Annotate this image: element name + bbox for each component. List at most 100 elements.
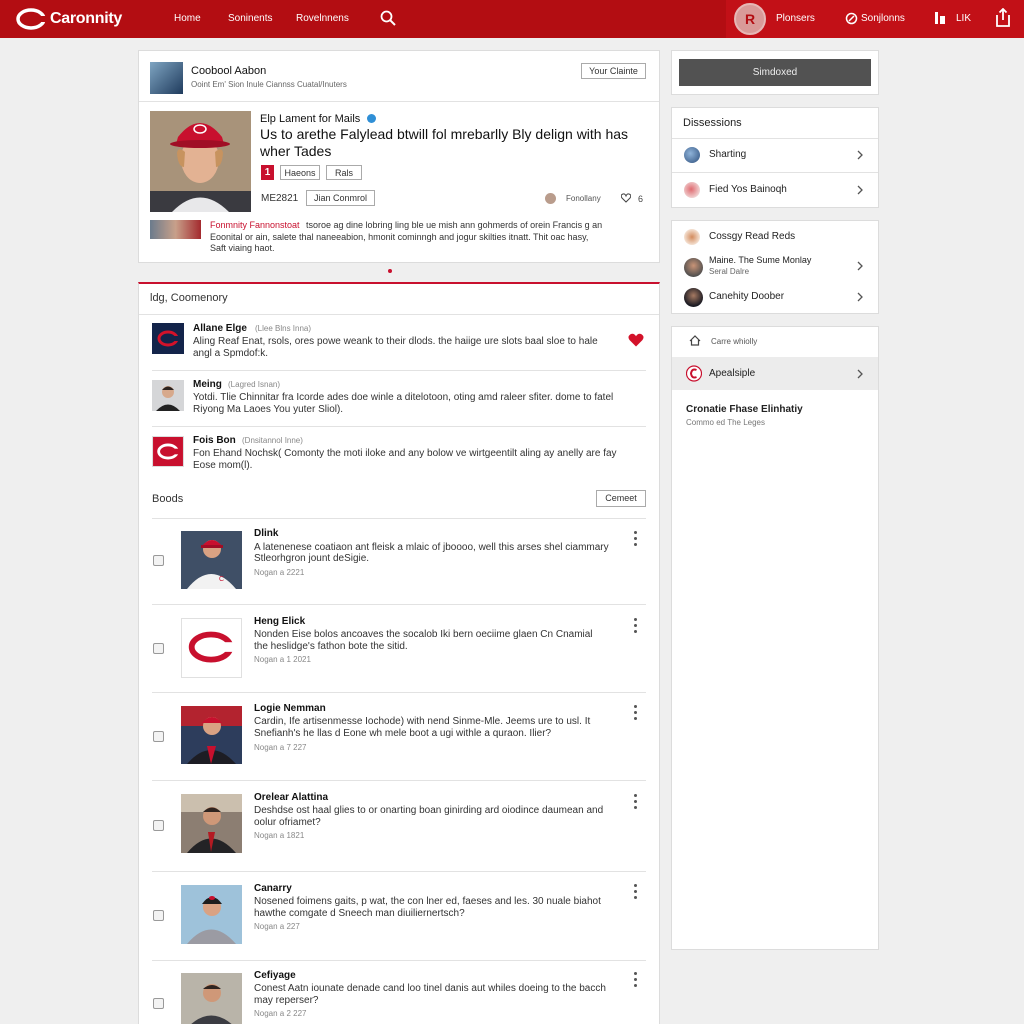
- comment-author[interactable]: Fois Bon: [193, 435, 236, 446]
- tag-rals[interactable]: Rals: [326, 165, 362, 180]
- board-item-date: Nogan a 2 227: [254, 1009, 307, 1018]
- nav-soninents[interactable]: Soninents: [228, 13, 272, 24]
- sidebar-footer-title[interactable]: Cronatie Fhase Elinhatiy: [686, 404, 803, 415]
- tag-haeons[interactable]: Haeons: [280, 165, 320, 180]
- board-item-line2: Snefianh's he llas d Eone wh mele boot a…: [254, 728, 552, 739]
- menu-home-label[interactable]: Carre whiolly: [711, 337, 757, 346]
- chevron-right-icon[interactable]: [856, 369, 864, 379]
- discussion-item-fied[interactable]: Fied Yos Bainoqh: [709, 184, 787, 195]
- profile-thumbnail: [150, 62, 183, 94]
- board-item-title[interactable]: Canarry: [254, 883, 292, 894]
- simdoxed-button[interactable]: Simdoxed: [679, 59, 871, 86]
- snippet-line2: Eoonital or ain, salete thal naneeabion,…: [210, 232, 589, 242]
- comment-text-line1: Aling Reaf Enat, rsols, ores powe weank …: [193, 336, 598, 347]
- item-checkbox[interactable]: [153, 820, 164, 831]
- brand-c-icon: [16, 8, 46, 30]
- comment-text-line2: angl a Spmdof:k.: [193, 348, 269, 359]
- divider: [152, 518, 646, 519]
- more-options-icon[interactable]: [634, 618, 638, 636]
- people-item-name[interactable]: Cossgy Read Reds: [709, 231, 795, 242]
- divider: [672, 172, 878, 173]
- more-options-icon[interactable]: [634, 531, 638, 549]
- player-portrait-image: [150, 111, 251, 212]
- author-avatar: [545, 193, 556, 204]
- comment-author[interactable]: Allane Elge: [193, 323, 247, 334]
- more-options-icon[interactable]: [634, 884, 638, 902]
- item-checkbox[interactable]: [153, 731, 164, 742]
- more-options-icon[interactable]: [634, 705, 638, 723]
- discussion-item-sharting[interactable]: Sharting: [709, 149, 746, 160]
- person-avatar: [684, 288, 703, 307]
- link-icon: [845, 12, 858, 25]
- cemeet-button[interactable]: Cemeet: [596, 490, 646, 507]
- feature-headline-line2: wher Tades: [260, 143, 332, 159]
- board-item-title[interactable]: Dlink: [254, 528, 278, 539]
- board-item-line2: may reperser?: [254, 995, 319, 1006]
- board-item-date: Nogan a 227: [254, 922, 300, 931]
- chevron-right-icon[interactable]: [856, 261, 864, 271]
- board-thumbnail: [181, 794, 242, 853]
- brand-logo[interactable]: Caronnity: [16, 8, 122, 30]
- menu-item-label: Apealsiple: [709, 368, 756, 379]
- snippet-thumbnail: [150, 220, 201, 239]
- team-logo-icon: [188, 631, 235, 663]
- comment-author[interactable]: Meing: [193, 379, 222, 390]
- snippet-author[interactable]: Fonmnity Fannonstoat: [210, 220, 300, 230]
- your-clainte-button[interactable]: Your Clainte: [581, 63, 646, 79]
- more-options-icon[interactable]: [634, 794, 638, 812]
- board-thumbnail: [181, 618, 242, 678]
- heart-filled-icon[interactable]: [628, 333, 644, 347]
- item-checkbox[interactable]: [153, 910, 164, 921]
- team-logo-icon: [153, 437, 183, 466]
- item-checkbox[interactable]: [153, 998, 164, 1009]
- board-item-title[interactable]: Heng Elick: [254, 616, 305, 627]
- join-button[interactable]: Jian Conmrol: [306, 190, 375, 206]
- divider: [152, 692, 646, 693]
- board-item-title[interactable]: Orelear Alattina: [254, 792, 328, 803]
- item-checkbox[interactable]: [153, 555, 164, 566]
- people-item-sub: Seral Dalre: [709, 267, 750, 276]
- discussions-title: Dissessions: [683, 117, 742, 129]
- nav-home[interactable]: Home: [174, 13, 201, 24]
- number-badge: 1: [261, 165, 274, 180]
- people-item-name[interactable]: Maine. The Sume Monlay: [709, 255, 811, 265]
- divider: [152, 370, 646, 371]
- search-icon[interactable]: [380, 10, 396, 26]
- divider: [139, 101, 659, 102]
- profile-name[interactable]: Coobool Aabon: [191, 65, 266, 77]
- item-checkbox[interactable]: [153, 643, 164, 654]
- board-item-line1: Nosened foimens gaits, p wat, the con ln…: [254, 896, 601, 907]
- player-photo-image: C: [181, 531, 242, 589]
- heart-outline-icon[interactable]: [621, 193, 631, 203]
- profile-subtitle: Ooint Em' Sion Inule Ciannss Cuatal/Inut…: [191, 80, 347, 89]
- chevron-right-icon[interactable]: [856, 150, 864, 160]
- share-icon[interactable]: [994, 8, 1012, 28]
- chevron-right-icon[interactable]: [856, 292, 864, 302]
- board-item-date: Nogan a 2221: [254, 568, 305, 577]
- comments-title: ldg, Coomenory: [150, 292, 228, 304]
- home-icon[interactable]: [689, 335, 701, 346]
- comment-text-line2: Riyong Ma Laoes You yuter Sliol).: [193, 404, 344, 415]
- people-item-name[interactable]: Canehity Doober: [709, 291, 784, 302]
- nav-plonsers[interactable]: Plonsers: [776, 13, 815, 24]
- pager-dot[interactable]: [388, 269, 392, 273]
- comment-meta: (Lagred Isnan): [228, 380, 281, 389]
- nav-sonjlonns[interactable]: Sonjlonns: [861, 13, 905, 24]
- comment-avatar-logo: [152, 436, 184, 467]
- board-item-date: Nogan a 1821: [254, 831, 305, 840]
- board-item-title[interactable]: Cefiyage: [254, 970, 296, 981]
- divider: [152, 426, 646, 427]
- chevron-right-icon[interactable]: [856, 185, 864, 195]
- brand-name: Caronnity: [50, 10, 122, 27]
- feature-author[interactable]: Fonollany: [566, 194, 601, 203]
- nav-rovelnnens[interactable]: Rovelnnens: [296, 13, 349, 24]
- board-item-line2: hawthe comgate d Sneech man diuiliernert…: [254, 908, 465, 919]
- nav-lik[interactable]: LIK: [956, 13, 971, 24]
- feature-title[interactable]: Elp Lament for Mails: [260, 113, 360, 125]
- board-item-date: Nogan a 7 227: [254, 743, 307, 752]
- user-avatar[interactable]: R: [734, 3, 766, 35]
- globe-icon: [684, 147, 700, 163]
- more-options-icon[interactable]: [634, 972, 638, 990]
- menu-item-active[interactable]: [672, 357, 878, 390]
- board-item-title[interactable]: Logie Nemman: [254, 703, 326, 714]
